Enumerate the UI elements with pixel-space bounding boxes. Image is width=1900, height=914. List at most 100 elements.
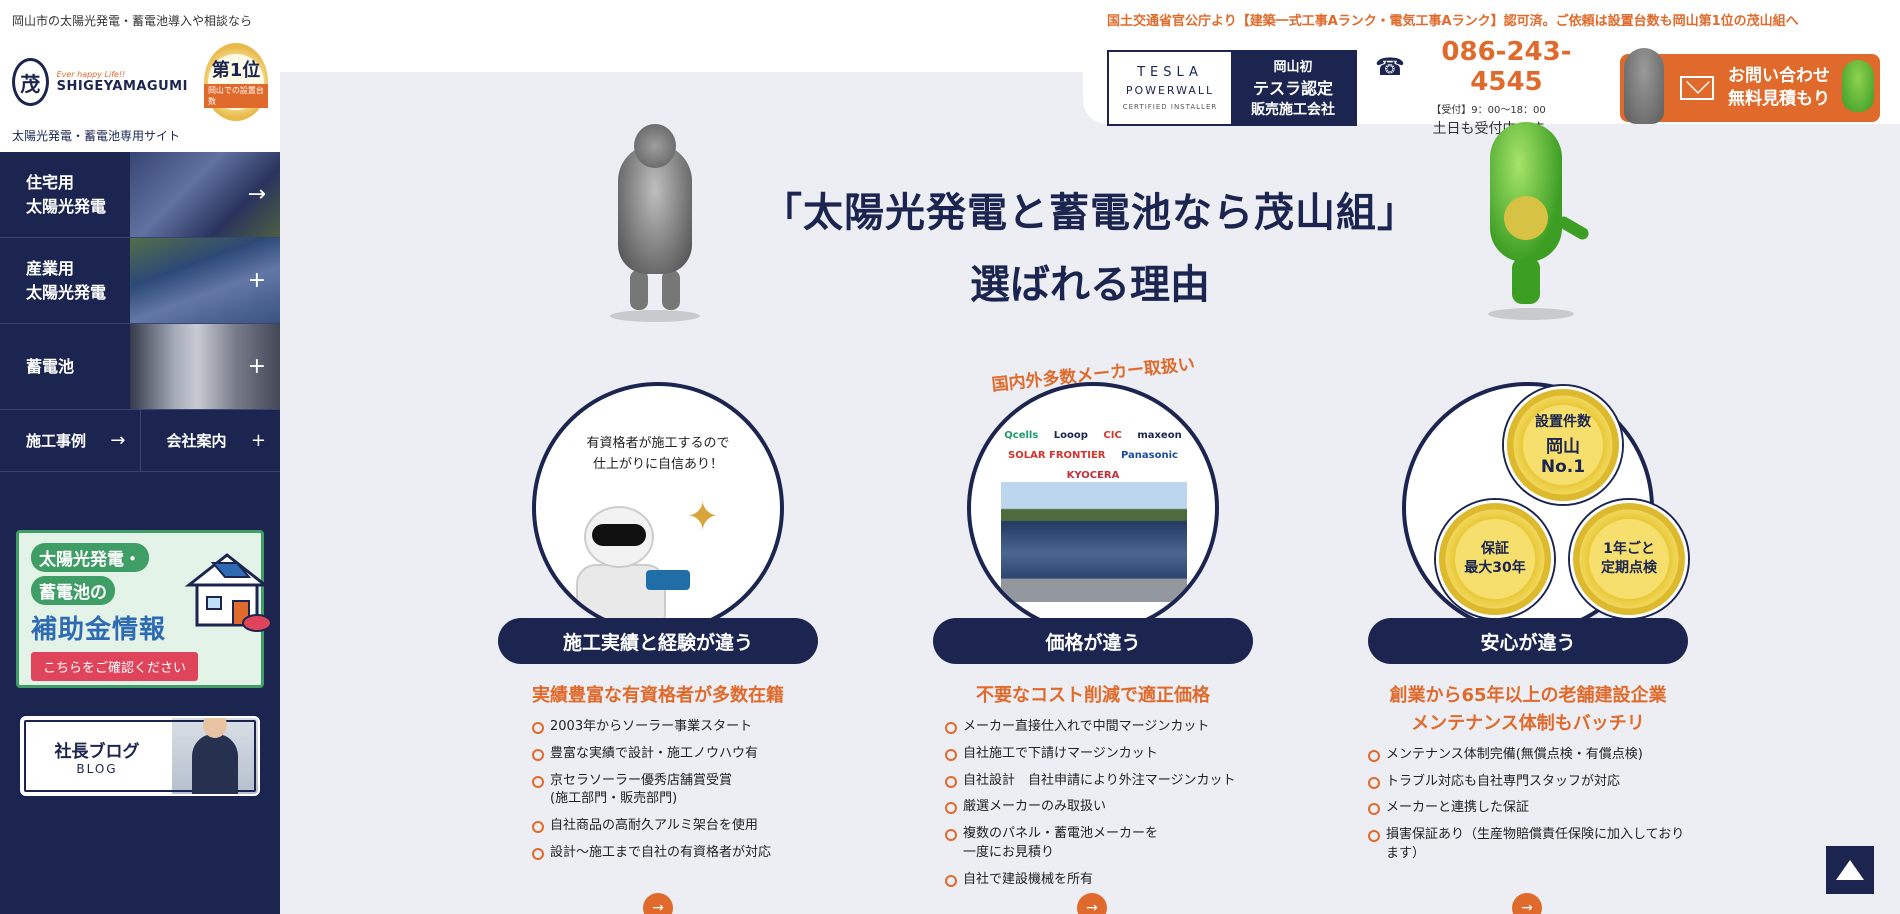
house-solar-icon xyxy=(184,553,272,632)
solar-panel-photo xyxy=(1001,482,1187,602)
reason-price: 国内外多数メーカー取扱い Qcells Looop CIC maxeon SOL… xyxy=(933,354,1253,898)
reason-pill: 施工実績と経験が違う xyxy=(498,618,818,664)
more-arrow-button[interactable]: → xyxy=(1512,893,1542,914)
reason-subhead-line: 創業から65年以上の老舗建設企業 xyxy=(1389,685,1667,706)
reason-subhead: 実績豊富な有資格者が多数在籍 xyxy=(498,682,818,710)
scroll-to-top-button[interactable] xyxy=(1826,846,1874,894)
sidebar-tagline: 岡山市の太陽光発電・蓄電池導入や相談なら xyxy=(12,14,253,28)
phone-hours: 【受付】9：00〜18：00 xyxy=(1431,105,1546,116)
reason-image-circle: 有資格者が施工するので 仕上がりに自信あり！ ✦ xyxy=(532,382,784,634)
nav-cases[interactable]: 施工事例 → xyxy=(0,410,141,471)
list-item: メンテナンス体制完備(無償点検・有償点検) xyxy=(1368,746,1688,765)
maker-logo: Panasonic xyxy=(1120,450,1178,461)
list-item: 2003年からソーラー事業スタート xyxy=(532,718,818,737)
plus-icon: + xyxy=(247,268,266,293)
contact-label-2: 無料見積もり xyxy=(1728,88,1831,109)
medal-no1: 設置件数 岡山 No.1 xyxy=(1504,386,1622,504)
plus-icon: + xyxy=(250,430,266,451)
arrow-right-icon: → xyxy=(1086,900,1098,914)
maker-logo: CIC xyxy=(1103,430,1122,441)
medal-inspection: 1年ごと 定期点検 xyxy=(1570,500,1688,618)
arrow-right-icon: → xyxy=(652,900,664,914)
maker-logos: Qcells Looop CIC maxeon SOLAR FRONTIER P… xyxy=(971,426,1215,486)
arrow-right-icon: → xyxy=(110,430,126,451)
reason-pill: 安心が違う xyxy=(1368,618,1688,664)
nav-label: 会社案内 xyxy=(166,432,227,450)
nav-label: 住宅用 xyxy=(26,172,75,192)
arrow-right-icon: → xyxy=(247,182,266,207)
list-item: メーカーと連携した保証 xyxy=(1368,799,1688,818)
reason-subhead: 創業から65年以上の老舗建設企業 メンテナンス体制もバッチリ xyxy=(1368,682,1688,738)
list-item: 複数のパネル・蓄電池メーカーを 一度にお見積り xyxy=(945,825,1253,863)
list-item: 自社で建設機械を所有 xyxy=(945,871,1253,890)
medal-text: 岡山 xyxy=(1546,436,1580,457)
reason-reliability: 設置件数 岡山 No.1 保証 最大30年 1年ごと 定期点検 安心が違う 創業… xyxy=(1368,360,1688,872)
contact-button[interactable]: お問い合わせ 無料見積もり xyxy=(1620,47,1880,124)
sidebar: 岡山市の太陽光発電・蓄電池導入や相談なら 茂 Ever happy Life!!… xyxy=(0,0,280,914)
nav-residential-solar[interactable]: 住宅用太陽光発電 → xyxy=(0,152,280,238)
nav-battery[interactable]: 蓄電池 + xyxy=(0,324,280,410)
logo-script: Ever happy Life!! xyxy=(56,70,126,79)
medal-text: 定期点検 xyxy=(1601,560,1657,576)
list-item: 豊富な実績で設計・施工ノウハウ有 xyxy=(532,745,818,764)
tesla-line2: テスラ認定 xyxy=(1252,79,1333,98)
nav-industrial-solar[interactable]: 産業用 太陽光発電 + xyxy=(0,238,280,324)
nav-label: 施工事例 xyxy=(26,432,87,450)
tesla-logo: TESLA xyxy=(1137,64,1203,80)
medal-text: No.1 xyxy=(1540,456,1586,477)
reason-subhead-line: メンテナンス体制もバッチリ xyxy=(1411,712,1645,734)
green-mascot-icon xyxy=(1842,59,1874,112)
list-item: 設計〜施工まで自社の有資格者が対応 xyxy=(532,844,818,863)
medal-text: 設置件数 xyxy=(1535,414,1591,431)
list-item: 自社設計 自社申請により外注マージンカット xyxy=(945,772,1253,791)
tesla-line3: 販売施工会社 xyxy=(1251,102,1335,118)
mail-icon xyxy=(1680,75,1715,100)
rank-badge: 第1位 岡山での設置台数 xyxy=(203,43,268,121)
list-item: 厳選メーカーのみ取扱い xyxy=(945,798,1253,817)
list-item: 京セラソーラー優秀店舗賞受賞 (施工部門・販売部門) xyxy=(532,772,818,810)
more-arrow-button[interactable]: → xyxy=(643,893,673,914)
heading-line2: 選ばれる理由 xyxy=(970,262,1210,308)
nav-company[interactable]: 会社案内 + xyxy=(141,410,281,471)
subsidy-banner[interactable]: 太陽光発電・ 蓄電池の 補助金情報 こちらをご確認ください xyxy=(16,530,272,688)
reason-list: 2003年からソーラー事業スタート 豊富な実績で設計・施工ノウハウ有 京セラソー… xyxy=(498,718,818,863)
reason-list: メンテナンス体制完備(無償点検・有償点検) トラブル対応も自社専門スタッフが対応… xyxy=(1368,746,1688,864)
green-mascot-character xyxy=(1482,122,1592,332)
contact-label-1: お問い合わせ xyxy=(1728,65,1831,86)
section-heading: 「太陽光発電と蓄電池なら茂山組」 選ばれる理由 xyxy=(740,180,1440,310)
medal-warranty: 保証 最大30年 xyxy=(1436,500,1554,618)
reason-subhead-line: 実績豊富な有資格者が多数在籍 xyxy=(532,685,784,706)
phone-icon: ☎ xyxy=(1375,53,1405,81)
list-item: 自社施工で下請けマージンカット xyxy=(945,745,1253,764)
president-blog-banner[interactable]: 社長ブログ BLOG xyxy=(20,716,260,796)
nav-label: 太陽光発電 xyxy=(26,196,107,216)
rank-badge-number: 第1位 xyxy=(211,60,261,81)
subsidy-line1: 太陽光発電・ xyxy=(31,543,149,572)
certified-label: CERTIFIED INSTALLER xyxy=(1122,102,1218,111)
maker-logo: KYOCERA xyxy=(1066,470,1120,481)
rank-badge-sub: 岡山での設置台数 xyxy=(203,84,268,108)
logo-row[interactable]: 茂 Ever happy Life!! SHIGEYAMAGUMI 第1位 岡山… xyxy=(12,43,268,121)
reason-pill: 価格が違う xyxy=(933,618,1253,664)
circle-caption-1: 有資格者が施工するので xyxy=(586,436,730,451)
phone-number[interactable]: 086-243-4545 xyxy=(1411,37,1602,97)
sparkle-icon: ✦ xyxy=(686,494,720,540)
president-photo xyxy=(172,718,258,794)
reason-list: メーカー直接仕入れで中間マージンカット 自社施工で下請けマージンカット 自社設計… xyxy=(933,718,1253,890)
tesla-certified-badge: TESLA POWERWALL CERTIFIED INSTALLER 岡山初 … xyxy=(1107,49,1357,126)
list-item: 自社商品の高耐久アルミ架台を使用 xyxy=(532,817,818,836)
plus-icon: + xyxy=(247,354,266,379)
logo-name: SHIGEYAMAGUMI xyxy=(56,79,188,94)
arrow-up-icon xyxy=(1836,860,1864,880)
subsidy-button[interactable]: こちらをご確認ください xyxy=(31,652,199,681)
reason-image-circle: 設置件数 岡山 No.1 保証 最大30年 1年ごと 定期点検 xyxy=(1402,382,1688,634)
list-item: 損害保証あり（生産物賠償責任保険に加入しております） xyxy=(1368,826,1688,864)
maker-logo: Looop xyxy=(1053,430,1088,441)
nav-split: 施工事例 → 会社案内 + xyxy=(0,410,280,472)
site-name: 太陽光発電・蓄電池専用サイト xyxy=(12,129,181,143)
robot-mascot-icon xyxy=(566,506,690,630)
medal-text: 保証 xyxy=(1481,541,1509,558)
reason-subhead: 不要なコスト削減で適正価格 xyxy=(933,682,1253,710)
heading-line1: 「太陽光発電と蓄電池なら茂山組」 xyxy=(762,190,1418,236)
nav-label: 太陽光発電 xyxy=(26,282,107,302)
